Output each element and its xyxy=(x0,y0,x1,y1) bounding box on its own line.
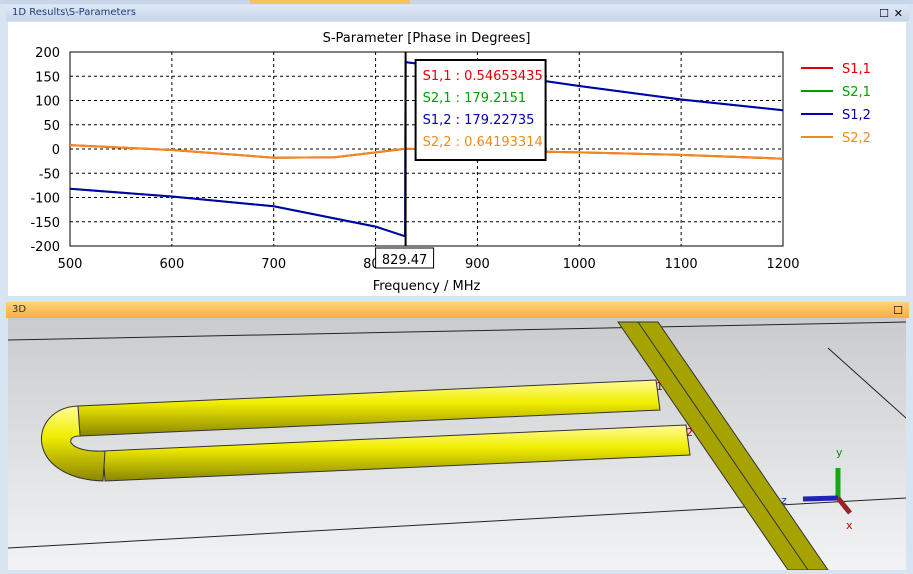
active-tab-highlight[interactable] xyxy=(250,0,410,4)
x-axis-label: Frequency / MHz xyxy=(373,279,481,294)
y-tick-label: -150 xyxy=(30,216,60,231)
3d-view[interactable]: 1 2 y z x xyxy=(7,318,907,571)
view-panel-title: 3D xyxy=(12,304,27,315)
y-tick-label: 150 xyxy=(35,70,60,85)
y-tick-label: -50 xyxy=(39,167,60,182)
y-tick-label: 200 xyxy=(35,46,60,61)
maximize-icon[interactable]: ☐ xyxy=(893,303,903,319)
legend-label: S1,2 xyxy=(842,108,871,123)
marker-readout-line: S1,1 : 0.54653435 xyxy=(423,69,543,84)
y-tick-label: 0 xyxy=(52,143,60,158)
port-1-label[interactable]: 1 xyxy=(656,380,663,393)
s-parameter-chart[interactable]: S-Parameter [Phase in Degrees]5006007008… xyxy=(8,22,906,296)
ground-line xyxy=(827,347,907,419)
plot-panel-title: 1D Results\S-Parameters xyxy=(12,7,136,18)
x-tick-label: 600 xyxy=(159,257,184,272)
y-tick-label: 100 xyxy=(35,95,60,110)
x-tick-label: 500 xyxy=(58,257,83,272)
x-tick-label: 1100 xyxy=(665,257,698,272)
legend-label: S1,1 xyxy=(842,62,871,77)
tube-lower[interactable] xyxy=(102,424,691,482)
marker-readout-line: S2,1 : 179.2151 xyxy=(423,91,527,106)
x-tick-label: 1200 xyxy=(766,257,799,272)
x-axis-arrow xyxy=(836,496,852,515)
y-tick-label: 50 xyxy=(43,119,60,134)
ground-line xyxy=(7,321,907,341)
z-axis-label: z xyxy=(781,494,787,507)
legend-label: S2,2 xyxy=(842,131,871,146)
x-tick-label: 700 xyxy=(261,257,286,272)
legend-label: S2,1 xyxy=(842,85,871,100)
x-tick-label: 1000 xyxy=(563,257,596,272)
view-panel-header: 3D ☐ xyxy=(6,302,909,318)
marker-x-label: 829.47 xyxy=(382,253,428,268)
x-axis-label: x xyxy=(846,519,853,532)
y-tick-label: -100 xyxy=(30,192,60,207)
y-tick-label: -200 xyxy=(30,240,60,255)
port-2-label[interactable]: 2 xyxy=(686,426,693,439)
top-strip xyxy=(0,0,913,4)
close-icon[interactable]: ✕ xyxy=(894,6,903,22)
tube-upper[interactable] xyxy=(77,379,661,437)
3d-scene[interactable]: 1 2 y z x xyxy=(7,318,907,571)
plot-panel-header: 1D Results\S-Parameters ☐ ✕ xyxy=(6,5,909,21)
y-axis-label: y xyxy=(836,446,843,459)
chart-title: S-Parameter [Phase in Degrees] xyxy=(323,31,531,46)
marker-readout-line: S1,2 : 179.22735 xyxy=(423,113,535,128)
x-tick-label: 900 xyxy=(465,257,490,272)
z-axis-arrow xyxy=(802,495,839,502)
maximize-icon[interactable]: ☐ xyxy=(879,6,889,22)
plot-panel: S-Parameter [Phase in Degrees]5006007008… xyxy=(8,22,906,296)
marker-readout-line: S2,2 : 0.64193314 xyxy=(423,135,543,150)
